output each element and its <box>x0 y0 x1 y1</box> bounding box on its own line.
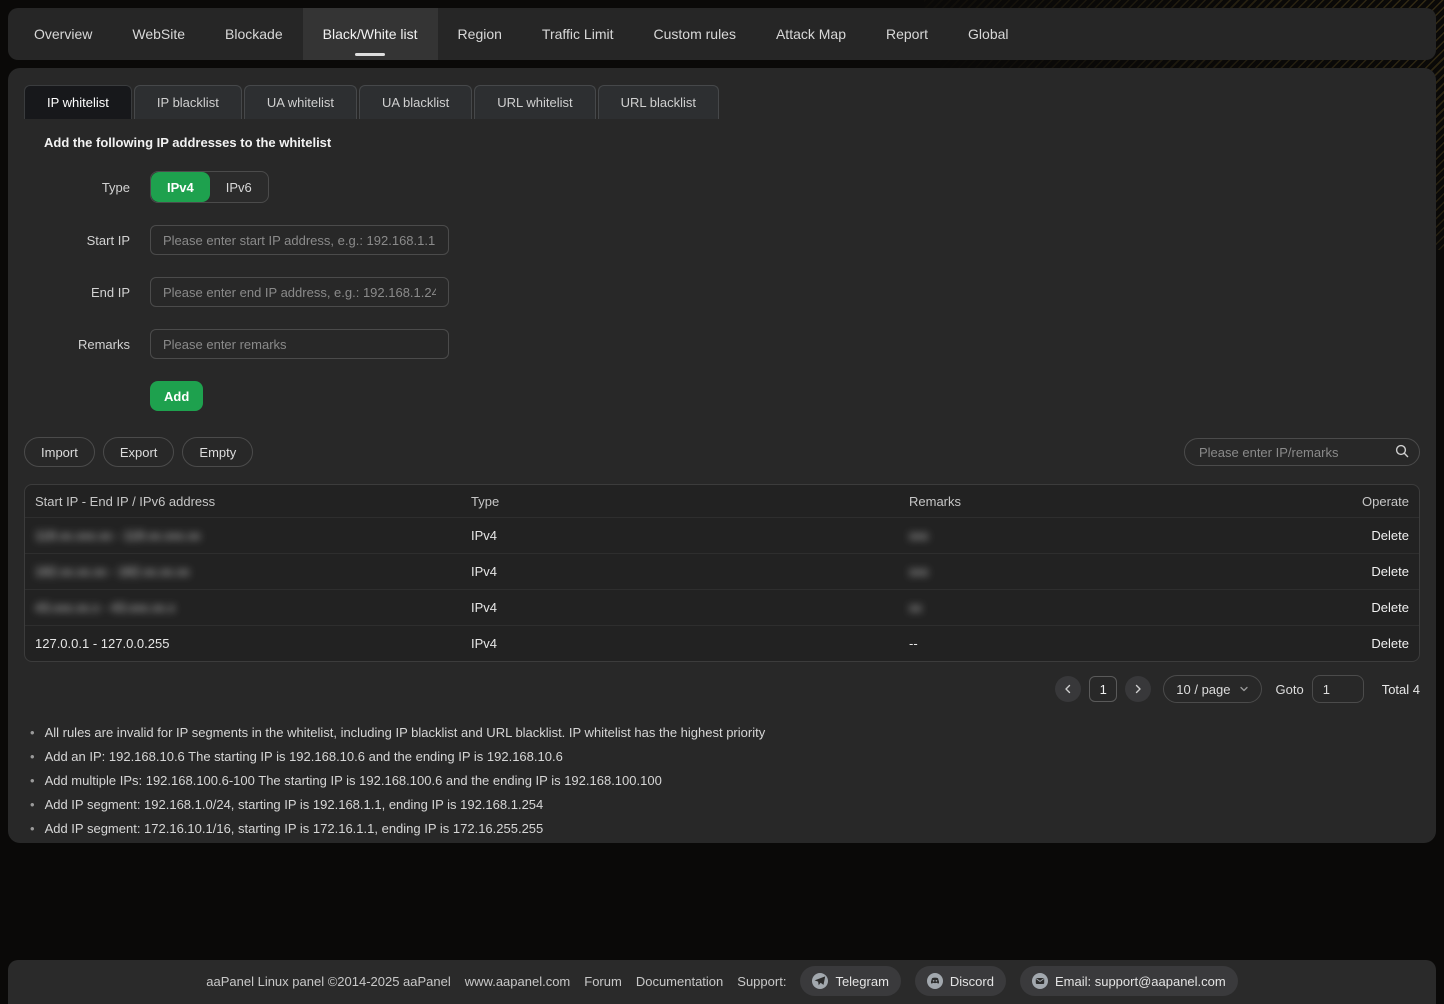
delete-link[interactable]: Delete <box>1371 600 1409 615</box>
whitelist-table: Start IP - End IP / IPv6 address Type Re… <box>24 484 1420 662</box>
empty-button[interactable]: Empty <box>182 437 253 467</box>
email-label: Email: support@aapanel.com <box>1055 974 1226 989</box>
nav-item-attack-map[interactable]: Attack Map <box>756 8 866 60</box>
remarks-value: -- <box>909 636 1299 651</box>
tab-ua-whitelist[interactable]: UA whitelist <box>244 85 357 119</box>
table-toolbar: Import Export Empty <box>24 437 1420 467</box>
remarks-redacted: xx <box>909 600 922 615</box>
support-label: Support: <box>737 974 786 989</box>
discord-label: Discord <box>950 974 994 989</box>
note-line: Add multiple IPs: 192.168.100.6-100 The … <box>30 769 1420 793</box>
delete-link[interactable]: Delete <box>1371 564 1409 579</box>
page-size-select[interactable]: 10 / page <box>1163 675 1261 703</box>
ip-range-redacted: 182.xx.xx.xx - 182.xx.xx.xx <box>35 564 190 579</box>
telegram-icon <box>812 973 828 989</box>
email-icon <box>1032 973 1048 989</box>
tab-url-whitelist[interactable]: URL whitelist <box>474 85 595 119</box>
remarks-redacted: xxx <box>909 528 929 543</box>
table-row: 43.xxx.xx.x - 43.xxx.xx.x IPv4 xx Delete <box>25 589 1419 625</box>
telegram-button[interactable]: Telegram <box>800 966 900 996</box>
ip-range-redacted: 118.xx.xxx.xx - 118.xx.xxx.xx <box>35 528 201 543</box>
table-row: 182.xx.xx.xx - 182.xx.xx.xx IPv4 xxx Del… <box>25 553 1419 589</box>
forum-link[interactable]: Forum <box>584 974 622 989</box>
nav-item-region[interactable]: Region <box>438 8 522 60</box>
nav-item-report[interactable]: Report <box>866 8 948 60</box>
table-header: Start IP - End IP / IPv6 address Type Re… <box>25 485 1419 517</box>
chevron-down-icon <box>1239 684 1249 694</box>
help-notes: All rules are invalid for IP segments in… <box>30 721 1420 841</box>
discord-button[interactable]: Discord <box>915 966 1006 996</box>
remarks-label: Remarks <box>44 337 130 352</box>
header-type: Type <box>471 494 909 509</box>
nav-item-label: Black/White list <box>323 26 418 42</box>
type-label: Type <box>44 180 130 195</box>
copyright-text: aaPanel Linux panel ©2014-2025 aaPanel <box>206 974 451 989</box>
delete-link[interactable]: Delete <box>1371 636 1409 651</box>
ip-range-redacted: 43.xxx.xx.x - 43.xxx.xx.x <box>35 600 175 615</box>
end-ip-label: End IP <box>44 285 130 300</box>
remarks-input[interactable] <box>150 329 449 359</box>
nav-item-traffic-limit[interactable]: Traffic Limit <box>522 8 634 60</box>
ip-type: IPv4 <box>471 564 909 579</box>
discord-icon <box>927 973 943 989</box>
header-range: Start IP - End IP / IPv6 address <box>35 494 471 509</box>
nav-item-global[interactable]: Global <box>948 8 1028 60</box>
tab-ip-blacklist[interactable]: IP blacklist <box>134 85 242 119</box>
remarks-redacted: xxx <box>909 564 929 579</box>
table-row: 127.0.0.1 - 127.0.0.255 IPv4 -- Delete <box>25 625 1419 661</box>
active-tab-underline <box>355 53 385 56</box>
top-navbar: Overview WebSite Blockade Black/White li… <box>8 8 1436 60</box>
tab-url-blacklist[interactable]: URL blacklist <box>598 85 719 119</box>
note-line: Add an IP: 192.168.10.6 The starting IP … <box>30 745 1420 769</box>
total-count: Total 4 <box>1382 682 1420 697</box>
ip-type: IPv4 <box>471 528 909 543</box>
footer-bar: aaPanel Linux panel ©2014-2025 aaPanel w… <box>8 960 1436 1004</box>
page-size-value: 10 / page <box>1176 682 1230 697</box>
ipv4-segment[interactable]: IPv4 <box>151 172 210 202</box>
end-ip-input[interactable] <box>150 277 449 307</box>
ip-type: IPv4 <box>471 600 909 615</box>
nav-item-black-white-list[interactable]: Black/White list <box>303 8 438 60</box>
ip-type: IPv4 <box>471 636 909 651</box>
nav-item-overview[interactable]: Overview <box>14 8 112 60</box>
search-icon[interactable] <box>1394 443 1410 464</box>
import-button[interactable]: Import <box>24 437 95 467</box>
note-line: All rules are invalid for IP segments in… <box>30 721 1420 745</box>
pagination: 1 10 / page Goto Total 4 <box>24 675 1420 703</box>
table-row: 118.xx.xxx.xx - 118.xx.xxx.xx IPv4 xxx D… <box>25 517 1419 553</box>
site-link[interactable]: www.aapanel.com <box>465 974 571 989</box>
header-remarks: Remarks <box>909 494 1299 509</box>
header-operate: Operate <box>1299 494 1409 509</box>
prev-page-button[interactable] <box>1055 676 1081 702</box>
goto-page-input[interactable] <box>1312 675 1364 703</box>
telegram-label: Telegram <box>835 974 888 989</box>
form-title: Add the following IP addresses to the wh… <box>44 135 1420 150</box>
delete-link[interactable]: Delete <box>1371 528 1409 543</box>
start-ip-input[interactable] <box>150 225 449 255</box>
search-input[interactable] <box>1184 438 1420 466</box>
ip-type-toggle: IPv4 IPv6 <box>150 171 269 203</box>
nav-item-website[interactable]: WebSite <box>112 8 205 60</box>
note-line: Add IP segment: 172.16.10.1/16, starting… <box>30 817 1420 841</box>
ipv6-segment[interactable]: IPv6 <box>210 172 268 202</box>
ip-range: 127.0.0.1 - 127.0.0.255 <box>35 636 471 651</box>
note-line: Add IP segment: 192.168.1.0/24, starting… <box>30 793 1420 817</box>
list-type-tabs: IP whitelist IP blacklist UA whitelist U… <box>24 85 1420 119</box>
goto-label: Goto <box>1276 682 1304 697</box>
tab-ua-blacklist[interactable]: UA blacklist <box>359 85 472 119</box>
nav-item-custom-rules[interactable]: Custom rules <box>634 8 756 60</box>
nav-item-blockade[interactable]: Blockade <box>205 8 303 60</box>
add-button[interactable]: Add <box>150 381 203 411</box>
export-button[interactable]: Export <box>103 437 175 467</box>
add-ip-form: Add the following IP addresses to the wh… <box>44 135 1420 411</box>
page-number-1[interactable]: 1 <box>1089 676 1117 702</box>
tab-ip-whitelist[interactable]: IP whitelist <box>24 85 132 119</box>
start-ip-label: Start IP <box>44 233 130 248</box>
black-white-list-panel: IP whitelist IP blacklist UA whitelist U… <box>8 68 1436 843</box>
documentation-link[interactable]: Documentation <box>636 974 723 989</box>
next-page-button[interactable] <box>1125 676 1151 702</box>
email-button[interactable]: Email: support@aapanel.com <box>1020 966 1238 996</box>
